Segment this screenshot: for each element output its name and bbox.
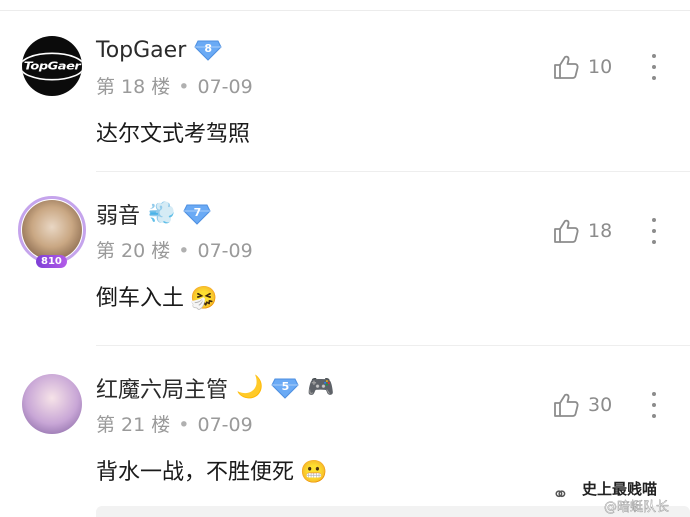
- comment-text: 达尔文式考驾照: [96, 122, 251, 147]
- comment-meta: 第 21 楼 • 07-09: [96, 410, 253, 437]
- more-dot: [652, 229, 656, 233]
- topgear-logo: TopGaer: [22, 52, 82, 80]
- wind-icon: 💨: [148, 201, 176, 226]
- comment-meta: 第 18 楼 • 07-09: [96, 72, 253, 99]
- level-number: 7: [193, 206, 202, 219]
- wechat-icon: ⚭: [552, 482, 569, 506]
- thumbs-up-icon: [554, 393, 579, 417]
- comment-text: 背水一战，不胜便死: [96, 460, 295, 485]
- avatar[interactable]: [22, 374, 82, 434]
- comment-content: 达尔文式考驾照: [96, 116, 250, 148]
- more-dot: [652, 403, 656, 407]
- level-badge: 7: [183, 203, 212, 225]
- thumbs-up-icon: [554, 219, 579, 243]
- more-dot: [652, 54, 656, 58]
- comment-date: 07-09: [197, 414, 253, 436]
- watermark: ⚭ 史上最贱喵 @暗蜓队长: [552, 478, 686, 515]
- moon-icon: 🌙: [236, 375, 264, 400]
- thumbs-up-icon: [554, 55, 579, 79]
- more-dot: [652, 218, 656, 222]
- more-options-button[interactable]: [642, 214, 666, 248]
- floor-number: 第 20 楼: [96, 240, 171, 262]
- divider: [96, 171, 690, 172]
- avatar-badge: 810: [36, 255, 67, 268]
- grimace-emoji-icon: 😬: [300, 460, 328, 485]
- avatar-frame: [18, 196, 86, 264]
- more-dot: [652, 392, 656, 396]
- watermark-sub-text: @暗蜓队长: [604, 500, 670, 515]
- level-badge: 8: [194, 39, 222, 61]
- separator-dot: •: [178, 240, 190, 262]
- avatar[interactable]: 810: [18, 196, 86, 268]
- floor-number: 第 21 楼: [96, 414, 171, 436]
- like-button[interactable]: 10: [552, 52, 612, 82]
- comment-text: 倒车入土: [96, 286, 185, 311]
- more-options-button[interactable]: [642, 388, 666, 422]
- comment-content: 背水一战，不胜便死 😬: [96, 454, 327, 486]
- level-number: 5: [281, 380, 290, 393]
- comment-item: 810 弱音 💨 7 第 20 楼 • 07-09 倒车入土 🤧 18: [0, 192, 690, 345]
- username[interactable]: TopGaer: [96, 38, 186, 63]
- comment-content: 倒车入土 🤧: [96, 280, 217, 312]
- comment-date: 07-09: [197, 240, 253, 262]
- separator-dot: •: [178, 76, 190, 98]
- like-count: 10: [588, 56, 613, 78]
- more-dot: [652, 65, 656, 69]
- avatar[interactable]: TopGaer: [22, 36, 82, 96]
- more-dot: [652, 76, 656, 80]
- floor-number: 第 18 楼: [96, 76, 171, 98]
- username[interactable]: 红魔六局主管: [96, 372, 228, 404]
- divider: [96, 345, 690, 346]
- name-line: 红魔六局主管 🌙 5 🎮: [96, 372, 335, 404]
- name-line: 弱音 💨 7: [96, 198, 212, 230]
- gamepad-icon: 🎮: [307, 375, 335, 400]
- comment-date: 07-09: [197, 76, 253, 98]
- comment-item: TopGaer TopGaer 8 第 18 楼 • 07-09 达尔文式考驾照 1…: [0, 28, 690, 171]
- name-line: TopGaer 8: [96, 34, 222, 66]
- separator-dot: •: [178, 414, 190, 436]
- like-button[interactable]: 18: [552, 216, 612, 246]
- more-dot: [652, 414, 656, 418]
- comment-meta: 第 20 楼 • 07-09: [96, 236, 253, 263]
- sneeze-emoji-icon: 🤧: [190, 286, 218, 311]
- like-count: 18: [588, 220, 613, 242]
- more-dot: [652, 240, 656, 244]
- like-button[interactable]: 30: [552, 390, 612, 420]
- level-number: 8: [204, 42, 213, 55]
- level-badge: 5: [271, 377, 300, 399]
- top-divider: [0, 10, 690, 11]
- more-options-button[interactable]: [642, 50, 666, 84]
- like-count: 30: [588, 394, 613, 416]
- username[interactable]: 弱音: [96, 198, 140, 230]
